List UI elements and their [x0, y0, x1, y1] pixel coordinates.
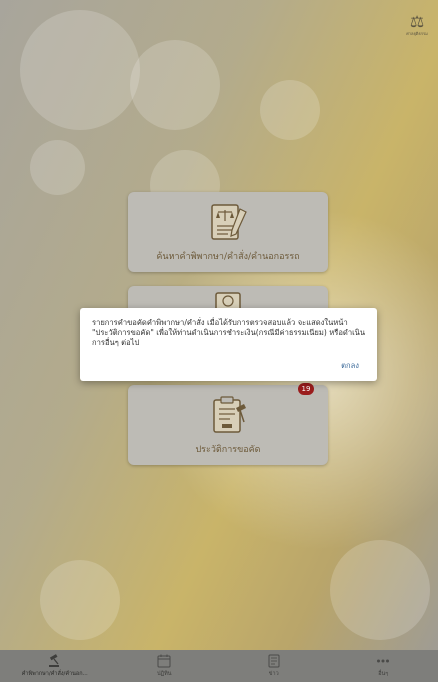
tab-label: อื่นๆ: [378, 671, 389, 677]
bokeh-circle: [260, 80, 320, 140]
more-icon: [377, 659, 390, 663]
ok-button[interactable]: ตกลง: [341, 360, 359, 372]
bokeh-circle: [330, 540, 430, 640]
menu-card-label: ค้นหาคำพิพากษา/คำสั่ง/คำนอกอรรถ: [156, 252, 300, 262]
bokeh-circle: [130, 40, 220, 130]
legal-document-icon: [211, 204, 247, 240]
tab-label: ข่าว: [268, 671, 279, 677]
request-history-icon: [213, 396, 246, 433]
tab-calendar[interactable]: ปฏิทิน: [110, 650, 220, 682]
calendar-icon: [157, 654, 171, 668]
tab-more[interactable]: อื่นๆ: [329, 650, 438, 682]
menu-card-request-history[interactable]: 19 ประวัติการขอคัด: [128, 383, 328, 465]
news-icon: [268, 654, 280, 668]
menu-card-label: ประวัติการขอคัด: [195, 445, 261, 455]
menu-card-search-judgment[interactable]: ค้นหาคำพิพากษา/คำสั่ง/คำนอกอรรถ: [128, 192, 328, 272]
logo-mark: ⚖: [409, 11, 425, 31]
notification-badge: 19: [298, 383, 314, 395]
gavel-icon: [48, 654, 59, 667]
dialog-message: รายการคำขอคัดคำพิพากษา/คำสั่ง เมื่อได้รั…: [92, 318, 366, 347]
bokeh-circle: [40, 560, 120, 640]
bokeh-circle: [20, 10, 140, 130]
tab-judgments[interactable]: คำพิพากษา/คำสั่ง/คำนอก...: [0, 650, 110, 682]
logo-text: ศาลยุติธรรม: [406, 30, 428, 36]
tab-news[interactable]: ข่าว: [219, 650, 329, 682]
bottom-tab-bar: คำพิพากษา/คำสั่ง/คำนอก... ปฏิทิน ข่าว อื…: [0, 650, 438, 682]
info-dialog: รายการคำขอคัดคำพิพากษา/คำสั่ง เมื่อได้รั…: [80, 308, 377, 381]
tab-label: คำพิพากษา/คำสั่ง/คำนอก...: [21, 671, 88, 677]
tab-label: ปฏิทิน: [156, 671, 172, 677]
bokeh-circle: [30, 140, 85, 195]
court-logo: ⚖ ศาลยุติธรรม: [402, 10, 432, 40]
